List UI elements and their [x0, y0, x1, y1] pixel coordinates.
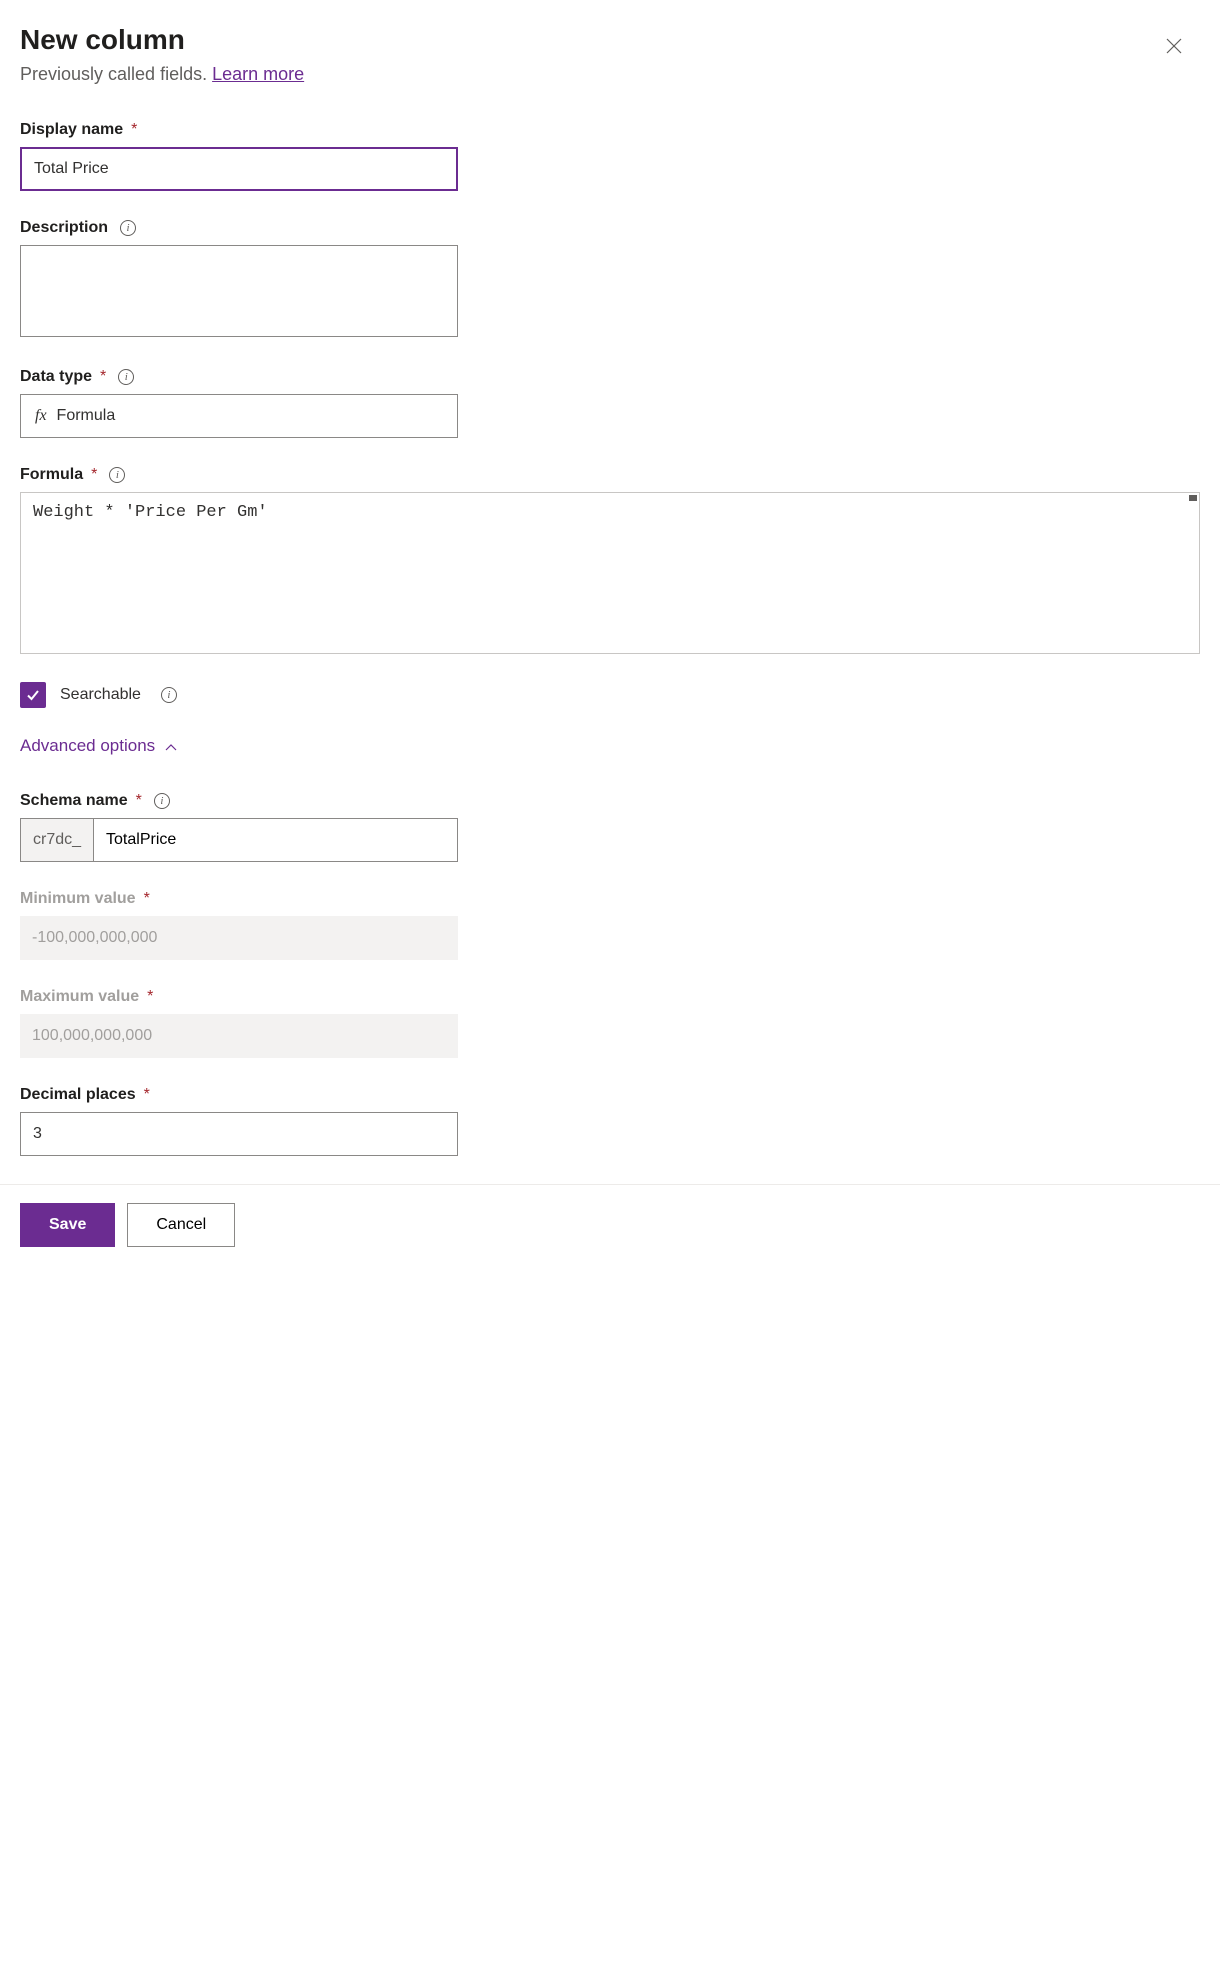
- decimal-places-label: Decimal places*: [20, 1086, 1200, 1104]
- info-icon[interactable]: i: [154, 793, 170, 809]
- display-name-label: Display name*: [20, 121, 1200, 139]
- schema-name-label: Schema name* i: [20, 792, 1200, 810]
- max-value-label: Maximum value*: [20, 988, 1200, 1006]
- data-type-value: Formula: [57, 407, 116, 425]
- required-indicator: *: [100, 368, 106, 386]
- min-value-input: [20, 916, 458, 960]
- max-value-input: [20, 1014, 458, 1058]
- chevron-down-icon: [431, 408, 443, 424]
- data-type-label: Data type* i: [20, 368, 1200, 386]
- decimal-places-input[interactable]: [20, 1112, 458, 1156]
- fx-icon: fx: [35, 407, 47, 425]
- schema-prefix: cr7dc_: [21, 819, 94, 861]
- chevron-up-icon: [165, 736, 177, 756]
- searchable-label: Searchable: [60, 686, 141, 704]
- required-indicator: *: [91, 466, 97, 484]
- check-icon: [25, 687, 41, 703]
- close-button[interactable]: [1158, 30, 1190, 62]
- required-indicator: *: [136, 792, 142, 810]
- advanced-options-toggle[interactable]: Advanced options: [20, 736, 1200, 756]
- data-type-select[interactable]: fx Formula: [20, 394, 458, 438]
- required-indicator: *: [131, 121, 137, 139]
- info-icon[interactable]: i: [118, 369, 134, 385]
- formula-label: Formula* i: [20, 466, 1200, 484]
- description-input[interactable]: [20, 245, 458, 337]
- panel-title: New column: [20, 24, 185, 56]
- display-name-input[interactable]: [20, 147, 458, 191]
- required-indicator: *: [144, 1086, 150, 1104]
- info-icon[interactable]: i: [120, 220, 136, 236]
- description-label: Description i: [20, 219, 1200, 237]
- formula-editor[interactable]: Weight * 'Price Per Gm': [20, 492, 1200, 654]
- searchable-checkbox[interactable]: [20, 682, 46, 708]
- subtitle-text: Previously called fields.: [20, 64, 212, 84]
- min-value-label: Minimum value*: [20, 890, 1200, 908]
- info-icon[interactable]: i: [161, 687, 177, 703]
- close-icon: [1166, 38, 1182, 54]
- panel-subtitle: Previously called fields. Learn more: [20, 64, 1200, 85]
- required-indicator: *: [147, 988, 153, 1006]
- learn-more-link[interactable]: Learn more: [212, 64, 304, 84]
- cancel-button[interactable]: Cancel: [127, 1203, 235, 1247]
- formula-expression: Weight * 'Price Per Gm': [33, 503, 268, 522]
- required-indicator: *: [144, 890, 150, 908]
- info-icon[interactable]: i: [109, 467, 125, 483]
- save-button[interactable]: Save: [20, 1203, 115, 1247]
- schema-name-input[interactable]: [94, 819, 457, 861]
